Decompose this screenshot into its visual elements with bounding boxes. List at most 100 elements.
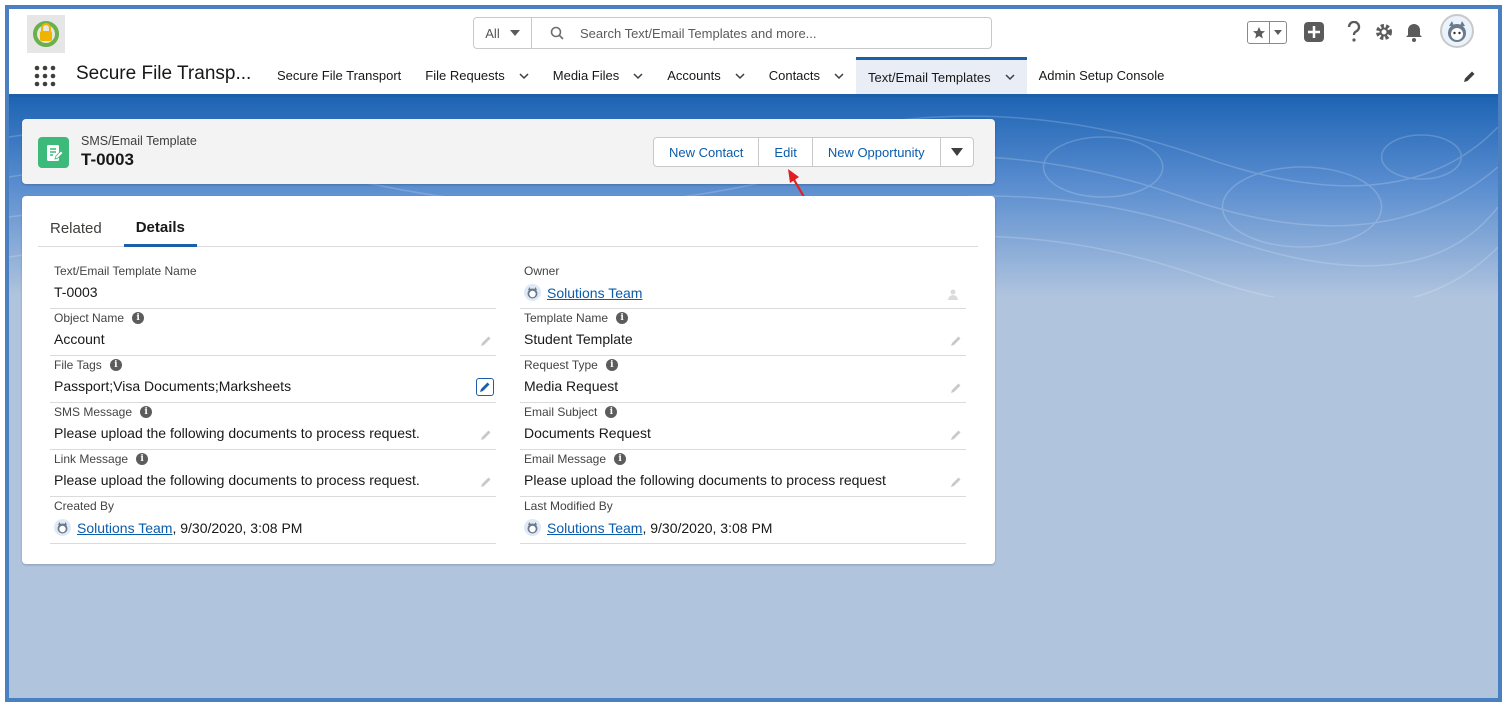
edit-pencil-icon[interactable] — [950, 476, 962, 488]
field-link-message: Link Message i Please upload the followin… — [50, 450, 496, 497]
field-label: Link Message — [54, 452, 129, 466]
edit-nav-pencil-icon[interactable] — [1463, 70, 1476, 83]
field-last-modified-by: Last Modified By Solutions Team, 9/30/20… — [520, 497, 966, 544]
global-create-icon[interactable] — [1303, 21, 1325, 43]
field-label: Object Name — [54, 311, 125, 325]
record-highlights: SMS/Email Template T-0003 New Contact Ed… — [22, 119, 995, 184]
info-icon[interactable]: i — [109, 359, 122, 371]
field-value: T-0003 — [54, 284, 98, 300]
nav-label: Secure File Transport — [277, 68, 402, 83]
edit-pencil-icon[interactable] — [480, 476, 492, 488]
info-icon[interactable]: i — [136, 453, 149, 465]
nav-item-text-email-templates[interactable]: Text/Email Templates — [856, 57, 1027, 94]
field-label: Text/Email Template Name — [54, 264, 197, 278]
global-header: All Search Text/Email Templates and more… — [9, 9, 1498, 97]
tab-details[interactable]: Details — [123, 210, 197, 247]
nav-item-contacts[interactable]: Contacts — [757, 57, 856, 94]
record-detail-panel: Related Details Text/Email Template Name… — [22, 196, 995, 564]
chevron-down-icon[interactable] — [735, 71, 745, 81]
app-launcher-icon[interactable] — [34, 65, 56, 87]
info-icon[interactable]: i — [616, 312, 629, 324]
field-label: SMS Message — [54, 405, 133, 419]
nav-label: Accounts — [667, 68, 721, 83]
owner-user-link[interactable]: Solutions Team — [547, 285, 642, 301]
record-title: T-0003 — [81, 150, 134, 169]
nav-label: Admin Setup Console — [1038, 68, 1165, 83]
star-icon[interactable] — [1248, 22, 1270, 43]
field-label: Request Type — [524, 358, 598, 372]
notifications-bell-icon[interactable] — [1403, 21, 1425, 43]
created-by-user-link[interactable]: Solutions Team — [77, 520, 172, 536]
field-value: Please upload the following documents to… — [524, 472, 886, 488]
app-logo-icon — [27, 15, 65, 53]
nav-label: File Requests — [425, 68, 505, 83]
nav-label: Text/Email Templates — [868, 69, 991, 85]
edit-pencil-icon[interactable] — [950, 429, 962, 441]
field-created-by: Created By Solutions Team, 9/30/2020, 3:… — [50, 497, 496, 544]
nav-bar: Secure File Transport File Requests Medi… — [265, 57, 1176, 94]
tab-related[interactable]: Related — [38, 210, 114, 247]
chevron-down-icon[interactable] — [633, 71, 643, 81]
field-label: Email Subject — [524, 405, 598, 419]
info-icon[interactable]: i — [132, 312, 145, 324]
nav-item-media-files[interactable]: Media Files — [541, 57, 655, 94]
field-label: Created By — [54, 499, 115, 513]
info-icon[interactable]: i — [605, 359, 618, 371]
created-date: , 9/30/2020, 3:08 PM — [172, 519, 303, 536]
field-template-name: Text/Email Template Name T-0003 — [50, 262, 496, 309]
chevron-down-icon[interactable] — [519, 71, 529, 81]
user-avatar-icon — [524, 519, 541, 536]
info-icon[interactable]: i — [605, 406, 618, 418]
nav-label: Contacts — [768, 68, 821, 83]
field-value: Passport;Visa Documents;Marksheets — [54, 378, 292, 394]
field-request-type: Request Type i Media Request — [520, 356, 966, 403]
search-input[interactable]: Search Text/Email Templates and more... — [580, 26, 817, 41]
nav-item-accounts[interactable]: Accounts — [655, 57, 756, 94]
field-value: Please upload the following documents to… — [54, 472, 420, 488]
record-object-type: SMS/Email Template — [81, 134, 197, 148]
search-scope-select[interactable]: All — [474, 18, 532, 48]
field-value: Media Request — [524, 378, 619, 394]
edit-pencil-icon[interactable] — [950, 382, 962, 394]
template-record-icon — [38, 137, 69, 168]
field-value: Documents Request — [524, 425, 651, 441]
chevron-down-icon[interactable] — [1005, 72, 1015, 82]
field-email-subject: Email Subject i Documents Request — [520, 403, 966, 450]
edit-pencil-button[interactable] — [476, 378, 494, 396]
caret-down-icon — [509, 30, 520, 36]
new-contact-button[interactable]: New Contact — [654, 138, 760, 166]
window-frame: All Search Text/Email Templates and more… — [5, 5, 1502, 702]
favorites-button[interactable] — [1247, 21, 1287, 44]
last-modified-user-link[interactable]: Solutions Team — [547, 520, 642, 536]
edit-pencil-icon[interactable] — [480, 429, 492, 441]
caret-down-icon — [950, 148, 963, 156]
global-search[interactable]: All Search Text/Email Templates and more… — [473, 17, 992, 49]
nav-item-file-requests[interactable]: File Requests — [413, 57, 540, 94]
user-avatar[interactable] — [1440, 14, 1474, 48]
help-icon[interactable] — [1343, 21, 1365, 43]
search-icon — [550, 26, 564, 40]
edit-pencil-icon[interactable] — [480, 335, 492, 347]
more-actions-button[interactable] — [941, 138, 973, 166]
chevron-down-icon[interactable] — [834, 71, 844, 81]
favorites-caret-icon[interactable] — [1270, 22, 1286, 43]
nav-item-secure-file-transport[interactable]: Secure File Transport — [265, 57, 413, 94]
setup-gear-icon[interactable] — [1373, 21, 1395, 43]
details-right-column: Owner Solutions Team Template Name i Stud… — [520, 262, 966, 544]
edit-pencil-icon[interactable] — [950, 335, 962, 347]
info-icon[interactable]: i — [140, 406, 153, 418]
nav-label: Media Files — [552, 68, 620, 83]
nav-item-admin-setup-console[interactable]: Admin Setup Console — [1027, 57, 1177, 94]
record-actions: New Contact Edit New Opportunity — [653, 137, 974, 167]
search-scope-label: All — [485, 25, 500, 41]
info-icon[interactable]: i — [614, 453, 627, 465]
field-object-name: Object Name i Account — [50, 309, 496, 356]
edit-pencil-icon — [480, 382, 490, 392]
change-owner-icon[interactable] — [947, 288, 960, 301]
user-avatar-icon — [54, 519, 71, 536]
edit-button[interactable]: Edit — [759, 138, 813, 166]
field-label: Last Modified By — [524, 499, 613, 513]
field-value: Please upload the following documents to… — [54, 425, 420, 441]
new-opportunity-button[interactable]: New Opportunity — [813, 138, 941, 166]
field-label: Owner — [524, 264, 560, 278]
